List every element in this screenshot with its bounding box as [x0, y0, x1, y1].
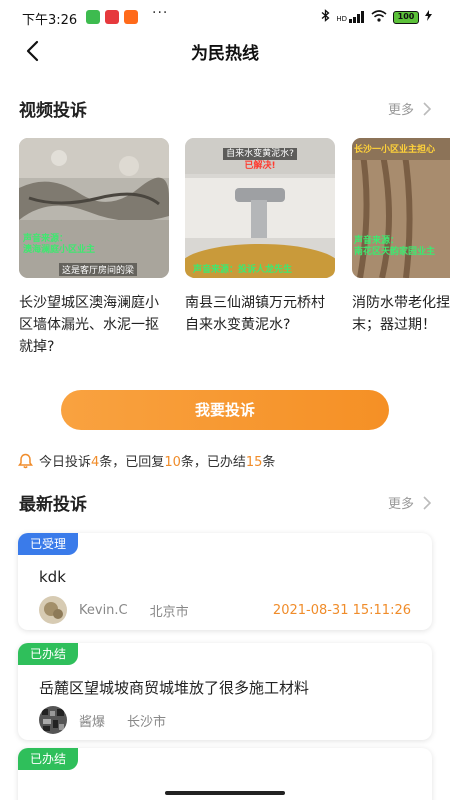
video-thumbnail: 自来水变黄泥水? 已解决! 声音来源：投诉人龙先生	[185, 138, 335, 278]
complaint-card[interactable]: 已办结 岳麓区望城坡商贸城堆放了很多施工材料 酱爆 长沙市	[18, 643, 432, 740]
avatar	[39, 596, 67, 624]
video-overlay-source-label: 声音来源：	[23, 234, 69, 244]
wifi-icon	[371, 9, 387, 25]
page-title: 为民热线	[191, 44, 259, 64]
complaint-city: 长沙市	[127, 714, 167, 730]
charging-icon	[425, 10, 432, 24]
video-overlay-resolved: 已解决!	[244, 161, 276, 171]
complaint-city: 北京市	[149, 604, 189, 620]
video-overlay-source: 澳海澜庭小区业主	[23, 245, 96, 255]
status-badge: 已受理	[18, 533, 79, 555]
wechat-notification-icon	[86, 10, 100, 24]
latest-section-title: 最新投诉	[19, 495, 87, 515]
latest-more-link[interactable]: 更多	[388, 493, 431, 512]
status-badge: 已办结	[18, 643, 79, 665]
signal-icon: HD	[336, 11, 365, 23]
stats-replied: 10	[164, 455, 181, 470]
video-more-label: 更多	[387, 103, 414, 118]
complaint-card[interactable]: 已受理 kdk Kevin.C 北京市 2021-08-31 15:11:26	[18, 533, 432, 630]
video-caption: 消防水带老化捏就成粉末；器过期！	[352, 295, 450, 333]
taobao-notification-icon	[124, 10, 138, 24]
latest-more-label: 更多	[387, 497, 414, 512]
status-time: 下午3:26	[22, 13, 78, 28]
stats-prefix: 今日投诉	[39, 455, 92, 470]
bell-icon	[18, 453, 33, 468]
video-overlay-top: 自来水变黄泥水?	[223, 148, 297, 160]
video-card[interactable]: 自来水变黄泥水? 已解决! 声音来源：投诉人龙先生 南县三仙湖镇万元桥村自来水变…	[185, 138, 335, 336]
video-overlay-source: 南花区天韵家园业主	[354, 247, 436, 257]
video-caption: 南县三仙湖镇万元桥村自来水变黄泥水?	[185, 295, 325, 333]
avatar	[39, 706, 67, 734]
battery-icon: 100	[393, 10, 419, 24]
video-card[interactable]: 长沙一小区业主担心 声音来源： 南花区天韵家园业主 消防水带老化捏就成粉末；器过…	[352, 138, 450, 336]
video-card[interactable]: 声音来源： 澳海澜庭小区业主 这是客厅房间的梁 长沙望城区澳海澜庭小区墙体漏光、…	[19, 138, 169, 358]
page-header: 为民热线	[0, 34, 450, 68]
complaint-title: kdk	[39, 568, 66, 586]
network-type: HD	[336, 15, 347, 23]
stats-mid1: 条，已回复	[99, 455, 165, 470]
stats-finished: 15	[245, 455, 263, 470]
chevron-right-icon	[423, 101, 431, 116]
complaint-meta: 酱爆 长沙市	[39, 706, 166, 734]
complaint-title: 岳麓区望城坡商贸城堆放了很多施工材料	[39, 679, 310, 697]
complaint-time: 2021-08-31 15:11:26	[272, 602, 411, 618]
complain-button[interactable]: 我要投诉	[61, 390, 389, 430]
complaint-user: Kevin.C	[79, 602, 128, 618]
more-notifications-icon: ···	[152, 5, 169, 21]
video-list: 声音来源： 澳海澜庭小区业主 这是客厅房间的梁 长沙望城区澳海澜庭小区墙体漏光、…	[19, 138, 450, 358]
video-thumbnail: 长沙一小区业主担心 声音来源： 南花区天韵家园业主	[352, 138, 450, 278]
complaint-meta: Kevin.C 北京市 2021-08-31 15:11:26	[39, 596, 411, 624]
video-more-link[interactable]: 更多	[388, 99, 431, 118]
home-indicator[interactable]	[165, 791, 285, 795]
video-thumbnail: 声音来源： 澳海澜庭小区业主 这是客厅房间的梁	[19, 138, 169, 278]
video-overlay-source-label: 声音来源：	[193, 265, 239, 275]
video-caption: 长沙望城区澳海澜庭小区墙体漏光、水泥一抠就掉?	[19, 295, 159, 355]
stats-suffix: 条	[262, 455, 276, 470]
status-badge: 已办结	[18, 748, 79, 770]
bluetooth-icon	[321, 9, 330, 25]
video-overlay-source-label: 声音来源：	[354, 236, 400, 246]
complaint-user: 酱爆	[79, 714, 106, 730]
today-stats: 今日投诉4条，已回复10条，已办结15条	[18, 451, 275, 470]
video-overlay-top: 长沙一小区业主担心	[354, 145, 436, 155]
stats-mid2: 条，已办结	[180, 455, 246, 470]
status-right: HD 100	[321, 9, 432, 25]
app-notification-icon	[105, 10, 119, 24]
video-overlay-bottom: 这是客厅房间的梁	[59, 263, 138, 276]
chevron-right-icon	[423, 495, 431, 510]
video-section-title: 视频投诉	[19, 101, 87, 121]
video-overlay-source: 投诉人龙先生	[238, 265, 293, 275]
status-bar: 下午3:26 ··· HD 100	[0, 0, 450, 34]
